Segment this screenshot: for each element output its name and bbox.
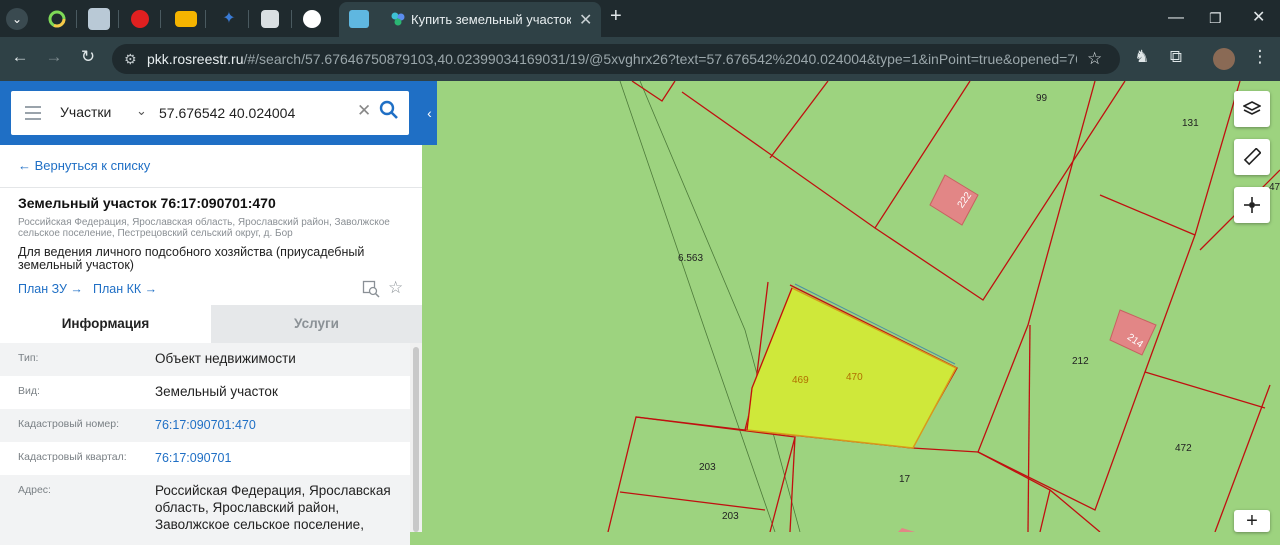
tab-favicon-mail[interactable] xyxy=(175,11,197,27)
row-value: Объект недвижимости xyxy=(155,351,296,366)
browser-menu-icon[interactable]: ⋮ xyxy=(1248,47,1272,67)
layers-icon[interactable] xyxy=(1234,91,1270,127)
map-label: 203 xyxy=(722,511,739,522)
url-text[interactable]: pkk.rosreestr.ru/#/search/57.67646750879… xyxy=(147,51,1077,67)
search-box: Участки ⌄ ✕ xyxy=(11,91,409,135)
row-label: Кадастровый номер: xyxy=(18,418,120,430)
tab-favicon-o[interactable] xyxy=(303,10,321,28)
panel-tabs: Информация Услуги xyxy=(0,305,422,343)
extension-icon[interactable]: ♞ xyxy=(1130,47,1154,67)
extensions-puzzle-icon[interactable]: ⧉ xyxy=(1164,47,1188,67)
bookmark-star-icon[interactable]: ☆ xyxy=(1087,49,1102,69)
parcel-use-type: Для ведения личного подсобного хозяйства… xyxy=(18,245,365,272)
tab-separator xyxy=(118,10,119,28)
reload-icon[interactable]: ↻ xyxy=(76,47,100,67)
divider xyxy=(0,187,422,188)
info-row-cadastral-quarter: Кадастровый квартал: 76:17:090701 xyxy=(0,442,410,475)
map-label: 472 xyxy=(1175,443,1192,454)
object-type-select[interactable]: Участки xyxy=(60,104,111,120)
menu-icon[interactable] xyxy=(25,106,41,124)
favorite-star-icon[interactable]: ☆ xyxy=(388,278,403,298)
restore-icon[interactable]: ❐ xyxy=(1209,8,1222,28)
address-bar[interactable]: ⚙ pkk.rosreestr.ru/#/search/57.676467508… xyxy=(112,44,1120,74)
site-favicon-icon xyxy=(391,12,405,26)
tab-separator xyxy=(291,10,292,28)
close-tab-icon[interactable]: ✕ xyxy=(579,10,592,30)
cadastral-number-link[interactable]: 76:17:090701:470 xyxy=(155,418,256,432)
close-window-icon[interactable]: ✕ xyxy=(1252,8,1265,28)
chevron-down-icon[interactable]: ⌄ xyxy=(136,103,147,119)
row-value: Земельный участок xyxy=(155,384,278,399)
map-label: 47 xyxy=(1269,182,1280,193)
row-label: Вид: xyxy=(18,385,40,397)
map-label: 6.563 xyxy=(678,253,703,264)
map-label: 17 xyxy=(899,474,911,485)
row-label: Тип: xyxy=(18,352,39,364)
tab-services[interactable]: Услуги xyxy=(211,305,422,343)
search-icon[interactable] xyxy=(379,100,399,125)
map-canvas: 99 131 47 212 472 203 203 17 6.563 469 4… xyxy=(607,81,1280,532)
zoom-in-icon[interactable]: + xyxy=(1234,510,1270,532)
row-label: Адрес: xyxy=(18,484,51,496)
road-edge xyxy=(639,81,801,532)
info-row-type: Тип: Объект недвижимости xyxy=(0,343,410,376)
panel-scrollbar[interactable] xyxy=(410,343,422,532)
back-to-list-link[interactable]: ← Вернуться к списку xyxy=(18,158,150,173)
cadastral-map[interactable]: 99 131 47 212 472 203 203 17 6.563 469 4… xyxy=(422,81,1280,532)
road-edge xyxy=(619,81,776,532)
tab-separator xyxy=(248,10,249,28)
site-settings-icon[interactable]: ⚙ xyxy=(124,51,137,68)
row-label: Кадастровый квартал: xyxy=(18,451,127,463)
info-row-cadastral-number: Кадастровый номер: 76:17:090701:470 xyxy=(0,409,410,442)
tab-title: Купить земельный участок в Я xyxy=(411,12,571,27)
map-label-469: 469 xyxy=(792,375,809,386)
clear-icon[interactable]: ✕ xyxy=(357,101,371,121)
info-table: Тип: Объект недвижимости Вид: Земельный … xyxy=(0,343,410,545)
plan-zu-link[interactable]: План ЗУ → xyxy=(18,282,83,296)
map-label: 99 xyxy=(1036,93,1048,104)
info-row-kind: Вид: Земельный участок xyxy=(0,376,410,409)
tab-information[interactable]: Информация xyxy=(0,305,211,343)
tab-separator xyxy=(160,10,161,28)
tab-list-button[interactable]: ⌄ xyxy=(6,8,28,30)
search-input[interactable] xyxy=(159,101,349,125)
search-bar: Участки ⌄ ✕ xyxy=(0,81,437,145)
tab-favicon-emblem[interactable]: ✦ xyxy=(218,8,240,30)
back-arrow-icon[interactable]: ← xyxy=(8,47,32,67)
locate-icon[interactable] xyxy=(1234,187,1270,223)
tab-favicon-doc[interactable] xyxy=(261,10,279,28)
tab-active[interactable]: Купить земельный участок в Я ✕ xyxy=(339,2,601,37)
zoom-to-parcel-icon[interactable] xyxy=(362,280,380,303)
parcel-address: Российская Федерация, Ярославская област… xyxy=(18,217,390,239)
forward-arrow-icon[interactable]: → xyxy=(42,47,66,67)
info-row-address: Адрес: Российская Федерация, Ярославская… xyxy=(0,475,410,545)
collapse-panel-button[interactable]: ‹ xyxy=(422,81,437,145)
minimize-icon[interactable]: — xyxy=(1168,8,1184,28)
browser-tab-bar: ⌄ ✦ Купить земельный участок в Я ✕ + — ❐… xyxy=(0,0,1280,37)
scrollbar-thumb[interactable] xyxy=(413,347,419,532)
tab-favicon-refresh[interactable] xyxy=(46,8,68,30)
new-tab-button[interactable]: + xyxy=(610,6,622,26)
map-label-470: 470 xyxy=(846,372,863,383)
tab-favicon-id[interactable] xyxy=(88,8,110,30)
row-value: Российская Федерация, Ярославская област… xyxy=(155,483,391,532)
tab-separator xyxy=(205,10,206,28)
tab-separator xyxy=(76,10,77,28)
info-panel: Участки ⌄ ✕ ← Вернуться к списку Земельн… xyxy=(0,81,437,545)
plan-kk-link[interactable]: План КК → xyxy=(93,282,157,296)
map-label: 131 xyxy=(1182,118,1199,129)
ruler-icon[interactable] xyxy=(1234,139,1270,175)
map-label: 203 xyxy=(699,462,716,473)
tab-favicon-red[interactable] xyxy=(131,10,149,28)
parcel-title: Земельный участок 76:17:090701:470 xyxy=(18,195,276,211)
map-label: 212 xyxy=(1072,356,1089,367)
cadastral-quarter-link[interactable]: 76:17:090701 xyxy=(155,451,231,465)
profile-avatar[interactable] xyxy=(1213,48,1235,70)
rosreestr-favicon-icon xyxy=(349,10,369,28)
